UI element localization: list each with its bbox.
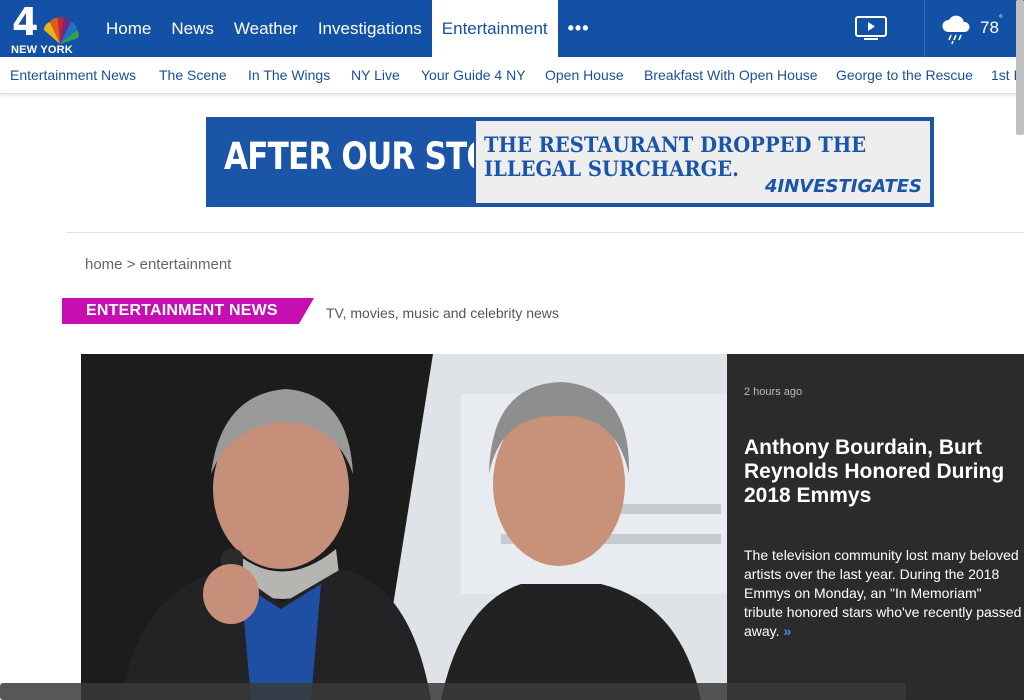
nav-item-home[interactable]: Home bbox=[96, 0, 161, 57]
section-tag[interactable]: ENTERTAINMENT NEWS bbox=[62, 298, 314, 324]
nav-item-weather[interactable]: Weather bbox=[224, 0, 308, 57]
subnav-item-entertainment-news[interactable]: Entertainment News bbox=[10, 67, 136, 83]
subnav-item-george-to-the-rescue[interactable]: George to the Rescue bbox=[836, 67, 973, 83]
live-tv-icon[interactable] bbox=[854, 15, 888, 41]
nbc-4-new-york-logo[interactable]: 4 NEW YORK bbox=[8, 0, 84, 56]
hero-caption-panel[interactable]: 2 hours ago Anthony Bourdain, Burt Reyno… bbox=[727, 354, 1024, 700]
breadcrumb[interactable]: home > entertainment bbox=[85, 256, 231, 273]
content-divider bbox=[66, 232, 1024, 233]
logo-number: 4 bbox=[12, 0, 38, 44]
subnav-item-ny-live[interactable]: NY Live bbox=[351, 67, 400, 83]
subnav-item-in-the-wings[interactable]: In The Wings bbox=[248, 67, 330, 83]
horizontal-scrollbar[interactable] bbox=[0, 683, 906, 700]
nav-item-entertainment[interactable]: Entertainment bbox=[431, 0, 558, 57]
hero-image[interactable] bbox=[81, 354, 727, 700]
article-headline[interactable]: Anthony Bourdain, Burt Reynolds Honored … bbox=[744, 436, 1014, 508]
read-more-icon[interactable]: » bbox=[783, 623, 791, 639]
ad-brand-logo: 4INVESTIGATES bbox=[765, 176, 922, 197]
article-summary: The television community lost many belov… bbox=[744, 546, 1022, 641]
temperature-value: 78 bbox=[980, 18, 999, 37]
ad-left-panel: AFTER OUR STORY, bbox=[206, 117, 542, 207]
nav-divider bbox=[924, 0, 925, 57]
hero-photo bbox=[81, 354, 727, 700]
subnav-item-breakfast-with-open-house[interactable]: Breakfast With Open House bbox=[644, 67, 818, 83]
subnav-item-your-guide-4-ny[interactable]: Your Guide 4 NY bbox=[421, 67, 526, 83]
peacock-icon bbox=[43, 17, 79, 44]
article-timestamp: 2 hours ago bbox=[744, 386, 803, 398]
main-nav: Home News Weather Investigations Enterta… bbox=[96, 0, 600, 57]
ad-right-panel: THE RESTAURANT DROPPED THE ILLEGAL SURCH… bbox=[474, 117, 934, 207]
top-navigation-bar: 4 NEW YORK Home News Weather Investigati… bbox=[0, 0, 1024, 57]
section-tag-label: ENTERTAINMENT NEWS bbox=[86, 302, 278, 319]
nav-item-investigations[interactable]: Investigations bbox=[308, 0, 432, 57]
more-menu-icon[interactable]: ••• bbox=[558, 0, 600, 57]
ad-message-line-1: THE RESTAURANT DROPPED THE bbox=[484, 132, 867, 157]
subnav-item-the-scene[interactable]: The Scene bbox=[159, 67, 227, 83]
temperature-unit: ° bbox=[998, 14, 1003, 26]
rain-cloud-icon[interactable] bbox=[941, 14, 971, 46]
nav-item-news[interactable]: News bbox=[161, 0, 224, 57]
vertical-scrollbar[interactable] bbox=[1016, 0, 1024, 135]
section-subtitle: TV, movies, music and celebrity news bbox=[326, 305, 559, 321]
ad-message: THE RESTAURANT DROPPED THE ILLEGAL SURCH… bbox=[484, 133, 866, 181]
subnav-item-open-house[interactable]: Open House bbox=[545, 67, 624, 83]
logo-subtitle: NEW YORK bbox=[11, 44, 73, 56]
ad-banner[interactable]: AFTER OUR STORY, THE RESTAURANT DROPPED … bbox=[206, 117, 934, 207]
sub-navigation: Entertainment News The Scene In The Wing… bbox=[0, 57, 1024, 94]
temperature-readout[interactable]: 78° bbox=[980, 14, 1003, 38]
